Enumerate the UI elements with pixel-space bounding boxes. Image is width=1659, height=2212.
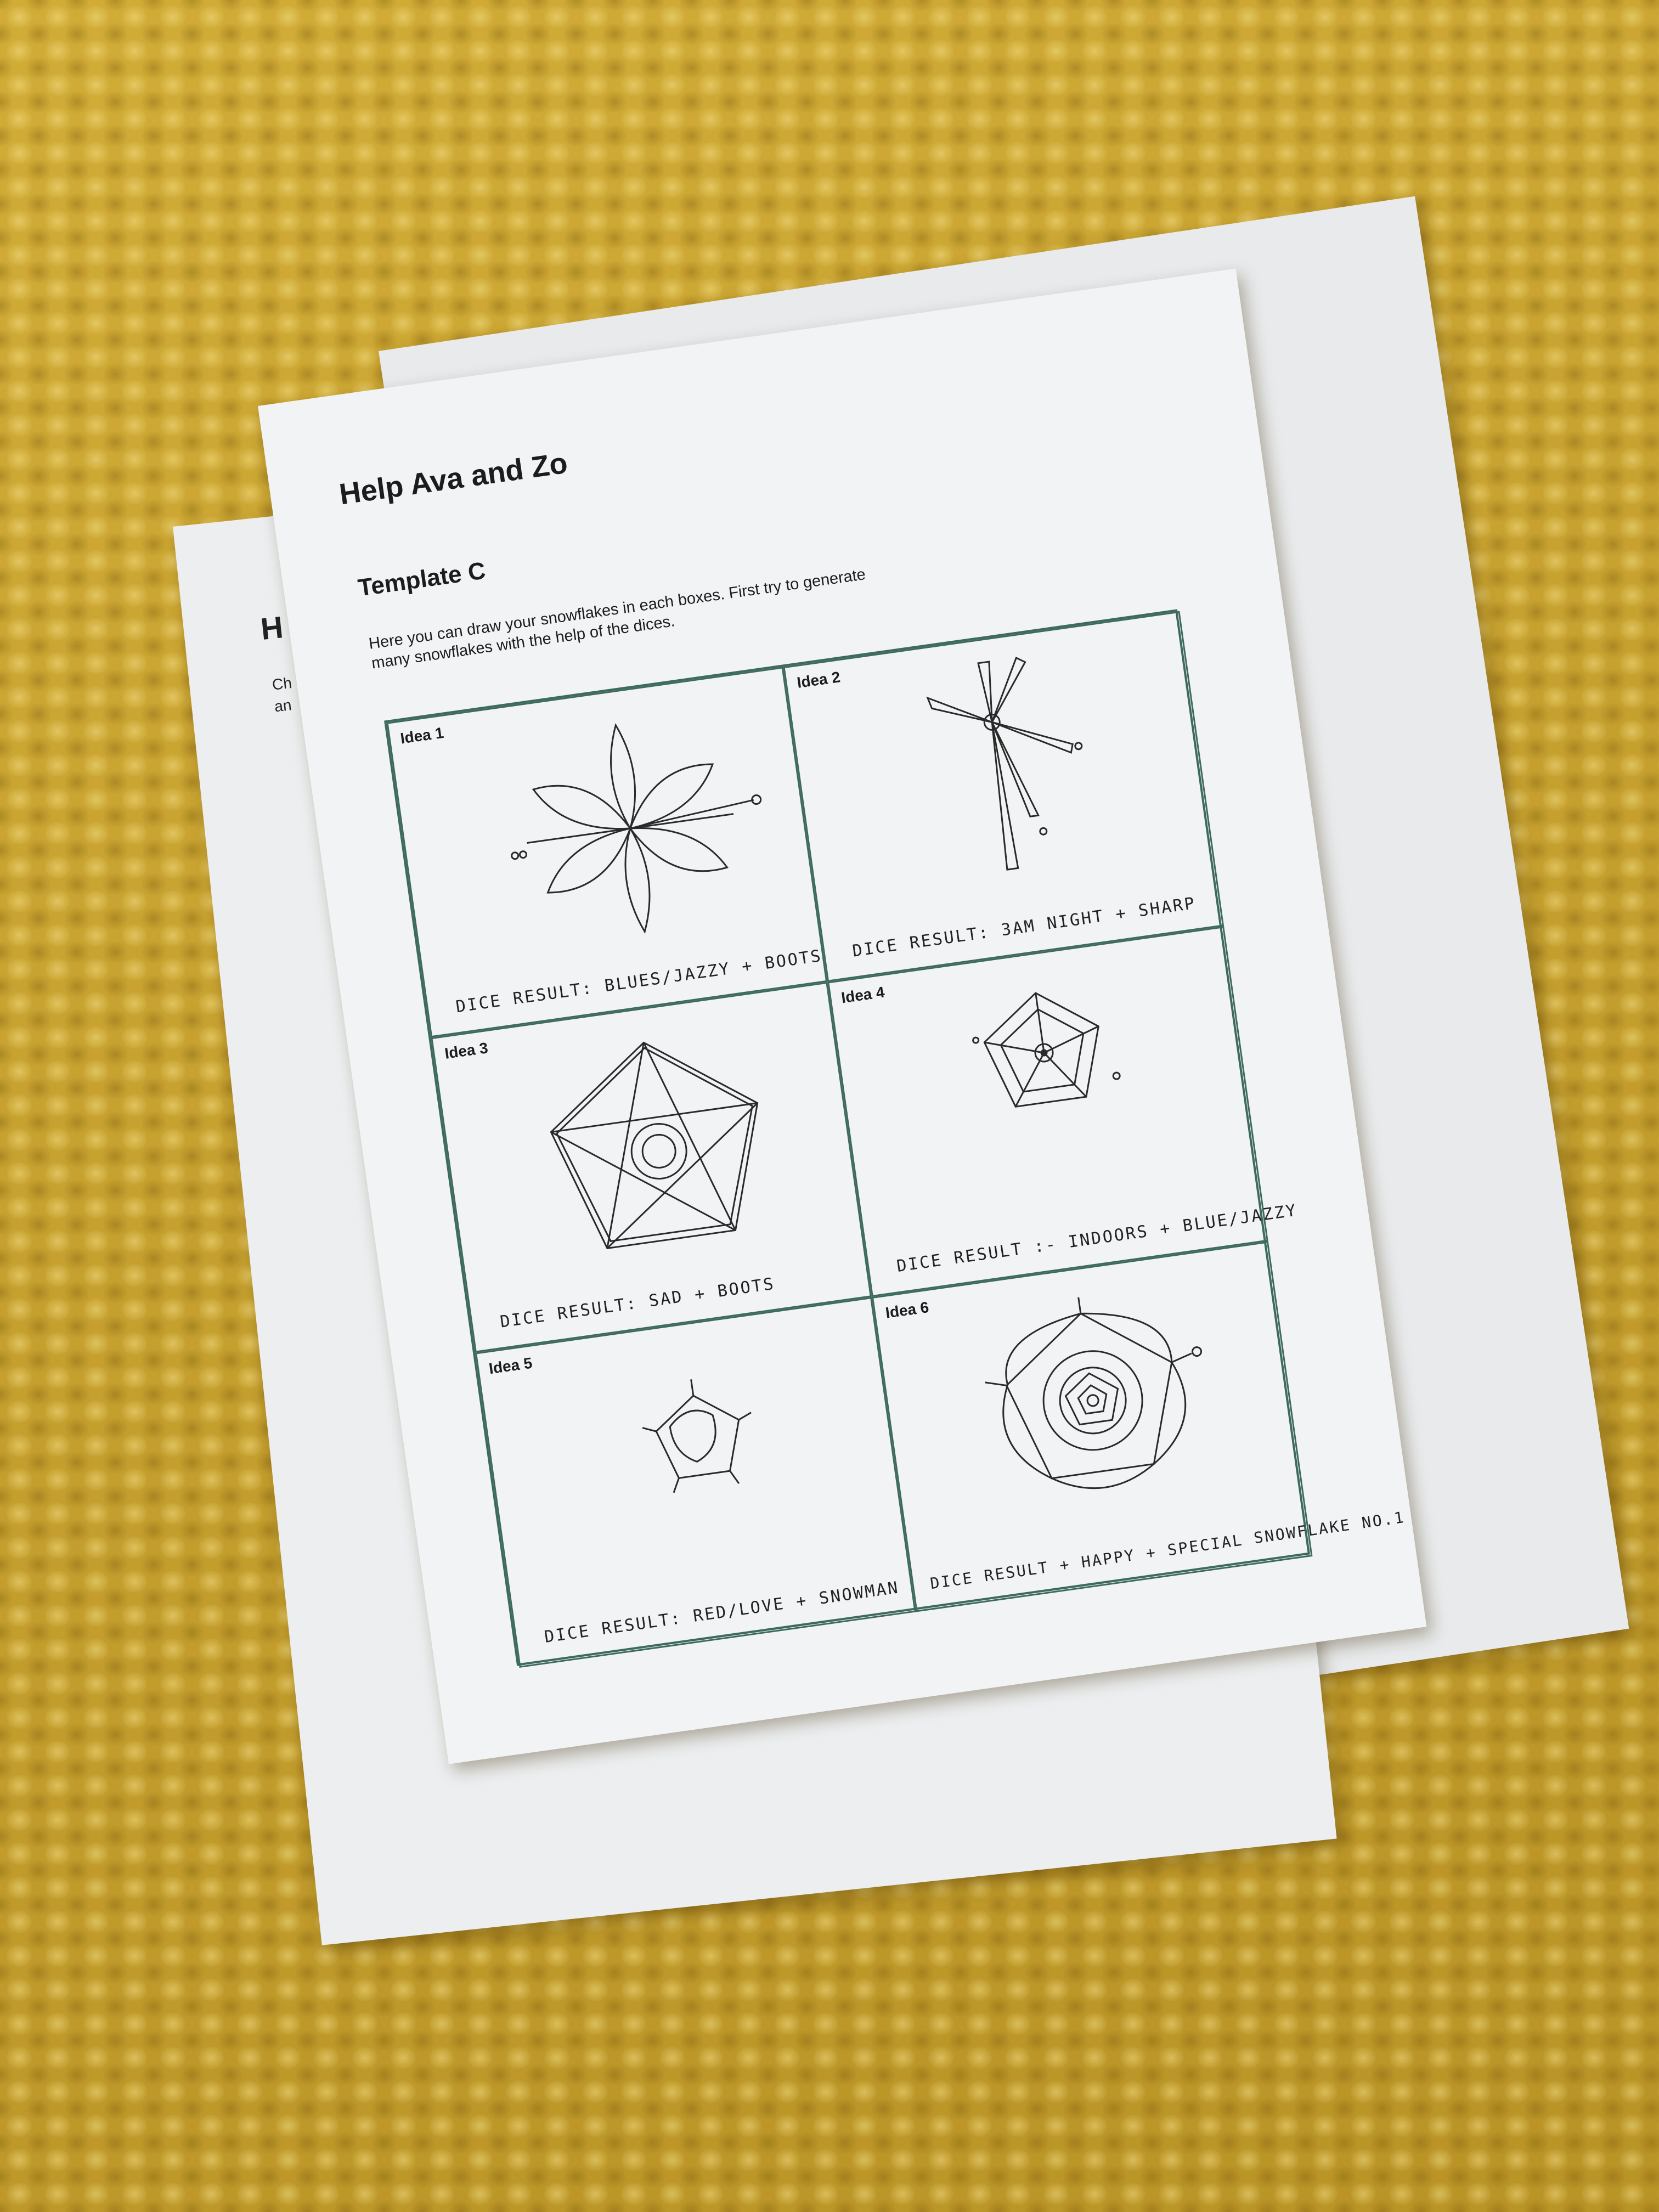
idea-label-3: Idea 3 <box>443 1039 489 1062</box>
idea-cell-2: Idea 2 DICE RESULT: 3AM NIGHT + SHARP <box>783 611 1224 982</box>
idea-cell-5: Idea 5 DICE RESULT: RED/LOVE + SNOWMAN <box>475 1297 916 1668</box>
idea-label-6: Idea 6 <box>884 1298 930 1322</box>
idea-cell-4: Idea 4 DICE RESULT:- INDOORS + BLUE/JAZ… <box>827 926 1299 1297</box>
idea-label-1: Idea 1 <box>399 724 445 747</box>
snowflake-sketch-3 <box>517 1014 801 1291</box>
snowflake-sketch-5 <box>619 1358 780 1522</box>
snowflake-sketch-6 <box>963 1276 1222 1528</box>
idea-label-2: Idea 2 <box>795 668 842 691</box>
idea-cell-3: Idea 3 DICE RESULT: SAD + BOOTS <box>431 981 872 1353</box>
ideas-grid: Idea 1 DICE RESULT: BLUES/JAZZY + BOOTS … <box>384 609 1406 1668</box>
middle-sheet-title-fragment: H <box>259 610 285 647</box>
middle-sheet-text-fragment-1: Ch <box>271 674 293 693</box>
front-worksheet: Help Ava and Zo Template C Here you can … <box>258 268 1427 1764</box>
worksheet-subtitle: Template C <box>356 557 488 602</box>
idea-result-5: DICE RESULT: RED/LOVE + SNOWMAN <box>543 1578 901 1647</box>
idea-label-5: Idea 5 <box>488 1354 534 1378</box>
idea-label-4: Idea 4 <box>840 983 886 1007</box>
idea-cell-6: Idea 6 DICE RESULT + HAPPY + SPECIAL SNO… <box>871 1241 1406 1612</box>
snowflake-sketch-4 <box>946 964 1143 1155</box>
snowflake-sketch-1 <box>500 698 762 961</box>
idea-cell-1: Idea 1 DICE RESULT: BLUES/JAZZY + BOOTS <box>386 667 828 1038</box>
middle-sheet-text-fragment-2: an <box>273 696 292 715</box>
snowflake-sketch-2 <box>895 636 1124 895</box>
worksheet-title: Help Ava and Zo <box>337 446 570 511</box>
